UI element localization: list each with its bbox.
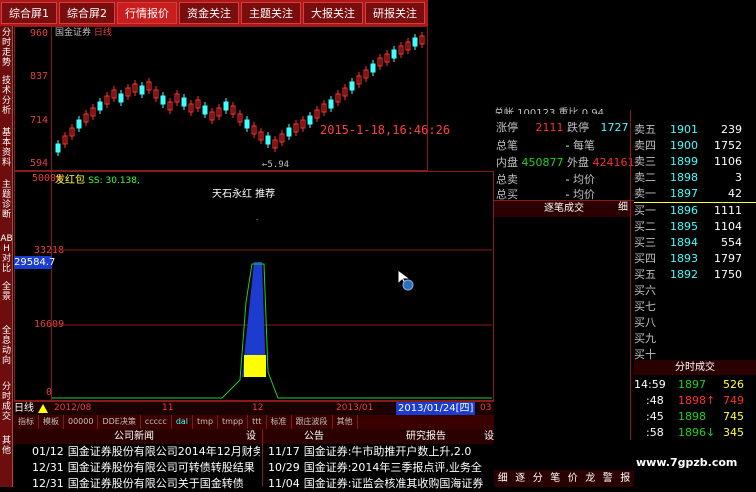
date-tick: 03 [480, 403, 492, 413]
tick-trades-header: 分时成交 [634, 360, 756, 375]
panel-tab[interactable]: 笔 [547, 470, 565, 487]
indicator-svg: · [52, 216, 492, 399]
low-price-label: ←5.94 [262, 160, 289, 170]
tab-ccccc[interactable]: ccccc [141, 415, 172, 429]
quote-row-trades: 总笔 - 每笔 [496, 139, 595, 152]
settings-button[interactable]: 设 [484, 429, 494, 444]
panel-tab[interactable]: 逐 [512, 470, 530, 487]
tab-screen1[interactable]: 综合屏1 [1, 2, 57, 24]
price-tick: 714 [30, 115, 49, 126]
tab-dal[interactable]: dal [172, 415, 194, 429]
notice-item[interactable]: 11/04 国金证券:证监会核准其收购国海证券 [268, 476, 490, 492]
vtab-theme-diagnosis[interactable]: 主题诊断 [0, 180, 13, 220]
triangle-icon [38, 404, 48, 413]
date-axis: 日线 2012/08 11 12 2013/01 2013/01/24[四] 0… [14, 401, 494, 415]
tab-research[interactable]: 研报关注 [365, 2, 425, 24]
company-news-header[interactable]: 公司新闻 [114, 429, 154, 444]
trade-detail-header: 逐笔成交 [494, 200, 634, 217]
indicator-axis: 50000 33218 16609 0 [14, 171, 64, 401]
vtab-technical[interactable]: 技术分析 [0, 76, 13, 116]
date-tick: 12 [252, 403, 264, 413]
detail-button[interactable]: 细 [618, 200, 628, 216]
tab-big-report[interactable]: 大报关注 [303, 2, 363, 24]
sell-level: 卖一 1897 42 [634, 187, 742, 200]
news-header: 公司新闻 设 公告 研究报告 设 [14, 429, 494, 444]
vtab-full-info[interactable]: 全息动向 [0, 326, 13, 366]
notice-item[interactable]: 11/17 国金证券:牛市助推开户数上升,2.0 [268, 444, 490, 460]
divider [262, 429, 263, 487]
cursor-value: 29584.7 [14, 256, 56, 269]
tab-screen2[interactable]: 综合屏2 [59, 2, 115, 24]
date-tick: 11 [162, 403, 174, 413]
period-label[interactable]: 日线 [14, 402, 34, 415]
research-header[interactable]: 研究报告 [406, 429, 446, 444]
notice-header[interactable]: 公告 [304, 429, 324, 444]
indicator-bar-yellow [244, 355, 266, 377]
indicator-tab-row: 指标 模板 00000 DDE决策 ccccc dal tmp tmpp ttt… [14, 415, 494, 429]
vtab-other[interactable]: 其他 [0, 436, 13, 456]
news-item[interactable]: 12/31 国金证券股份有限公司可转债转股结果 [32, 460, 260, 476]
marker-dot: · [256, 216, 258, 224]
panel-tab[interactable]: 细 [494, 470, 512, 487]
vtab-abh-compare[interactable]: ABH对比 [0, 234, 13, 274]
price-tick: 594 [30, 158, 49, 169]
settings-button[interactable]: 设 [246, 429, 256, 444]
tab-ttt[interactable]: ttt [248, 415, 267, 429]
news-item[interactable]: 01/12 国金证券股份有限公司2014年12月财务 [32, 444, 260, 460]
price-tick: 960 [30, 28, 49, 39]
vtab-panorama[interactable]: 全景 [0, 282, 13, 302]
mouse-cursor-icon [397, 269, 414, 291]
tab-wave[interactable]: 跟庄波段 [292, 415, 333, 429]
partial-row: 总帐 100123 重比 0.94 [494, 108, 604, 114]
divider [630, 110, 631, 440]
vtab-timeshare[interactable]: 分时走势 [0, 28, 13, 68]
tab-standard[interactable]: 标准 [267, 415, 292, 429]
tab-indicator[interactable]: 指标 [14, 415, 39, 429]
tab-tmp[interactable]: tmp [193, 415, 219, 429]
vtab-basic-info[interactable]: 基本资料 [0, 128, 13, 168]
tab-00000[interactable]: 00000 [64, 415, 99, 429]
tab-tmpp[interactable]: tmpp [218, 415, 249, 429]
watermark: www.7gpzb.com [636, 456, 738, 469]
cursor-date: 2013/01/24[四] [396, 402, 476, 415]
tab-fund-focus[interactable]: 资金关注 [179, 2, 239, 24]
indicator-line [52, 263, 492, 399]
tab-dde[interactable]: DDE决策 [98, 415, 141, 429]
panel-bottom-tabs: 细 逐 分 笔 价 龙 警 报 [494, 470, 634, 487]
top-tab-bar: 综合屏1 综合屏2 行情报价 资金关注 主题关注 大报关注 研报关注 [0, 0, 428, 26]
price-axis: 960 837 714 594 [14, 26, 52, 171]
tick-row: :58 1896 ↓ 345 [646, 426, 744, 439]
left-vertical-tabs: 分时走势 技术分析 基本资料 主题诊断 ABH对比 全景 全息动向 分时成交 其… [0, 26, 13, 487]
vtab-tick-trades[interactable]: 分时成交 [0, 382, 13, 422]
tab-theme-focus[interactable]: 主题关注 [241, 2, 301, 24]
date-tick: 2013/01 [336, 403, 374, 413]
candles-svg: ←5.94 [55, 32, 425, 170]
notice-item[interactable]: 10/29 国金证券:2014年三季报点评,业务全 [268, 460, 490, 476]
tab-other[interactable]: 其他 [333, 415, 358, 429]
panel-tab[interactable]: 龙 [582, 470, 600, 487]
news-item[interactable]: 12/31 国金证券股份有限公司关于国金转债 [32, 476, 260, 492]
panel-tab[interactable]: 警 [599, 470, 617, 487]
candle-series [55, 32, 425, 156]
panel-tab[interactable]: 分 [529, 470, 547, 487]
panel-tab[interactable]: 报 [617, 470, 635, 487]
panel-tab[interactable]: 价 [564, 470, 582, 487]
tab-quotes[interactable]: 行情报价 [117, 2, 177, 24]
date-tick: 2012/08 [54, 403, 92, 413]
quote-row-inout: 内盘 450877 外盘 424161 [496, 156, 635, 169]
tab-template[interactable]: 模板 [39, 415, 64, 429]
price-tick: 837 [30, 71, 49, 82]
quote-row-limit: 涨停 2111 跌停 1727 [496, 121, 629, 134]
